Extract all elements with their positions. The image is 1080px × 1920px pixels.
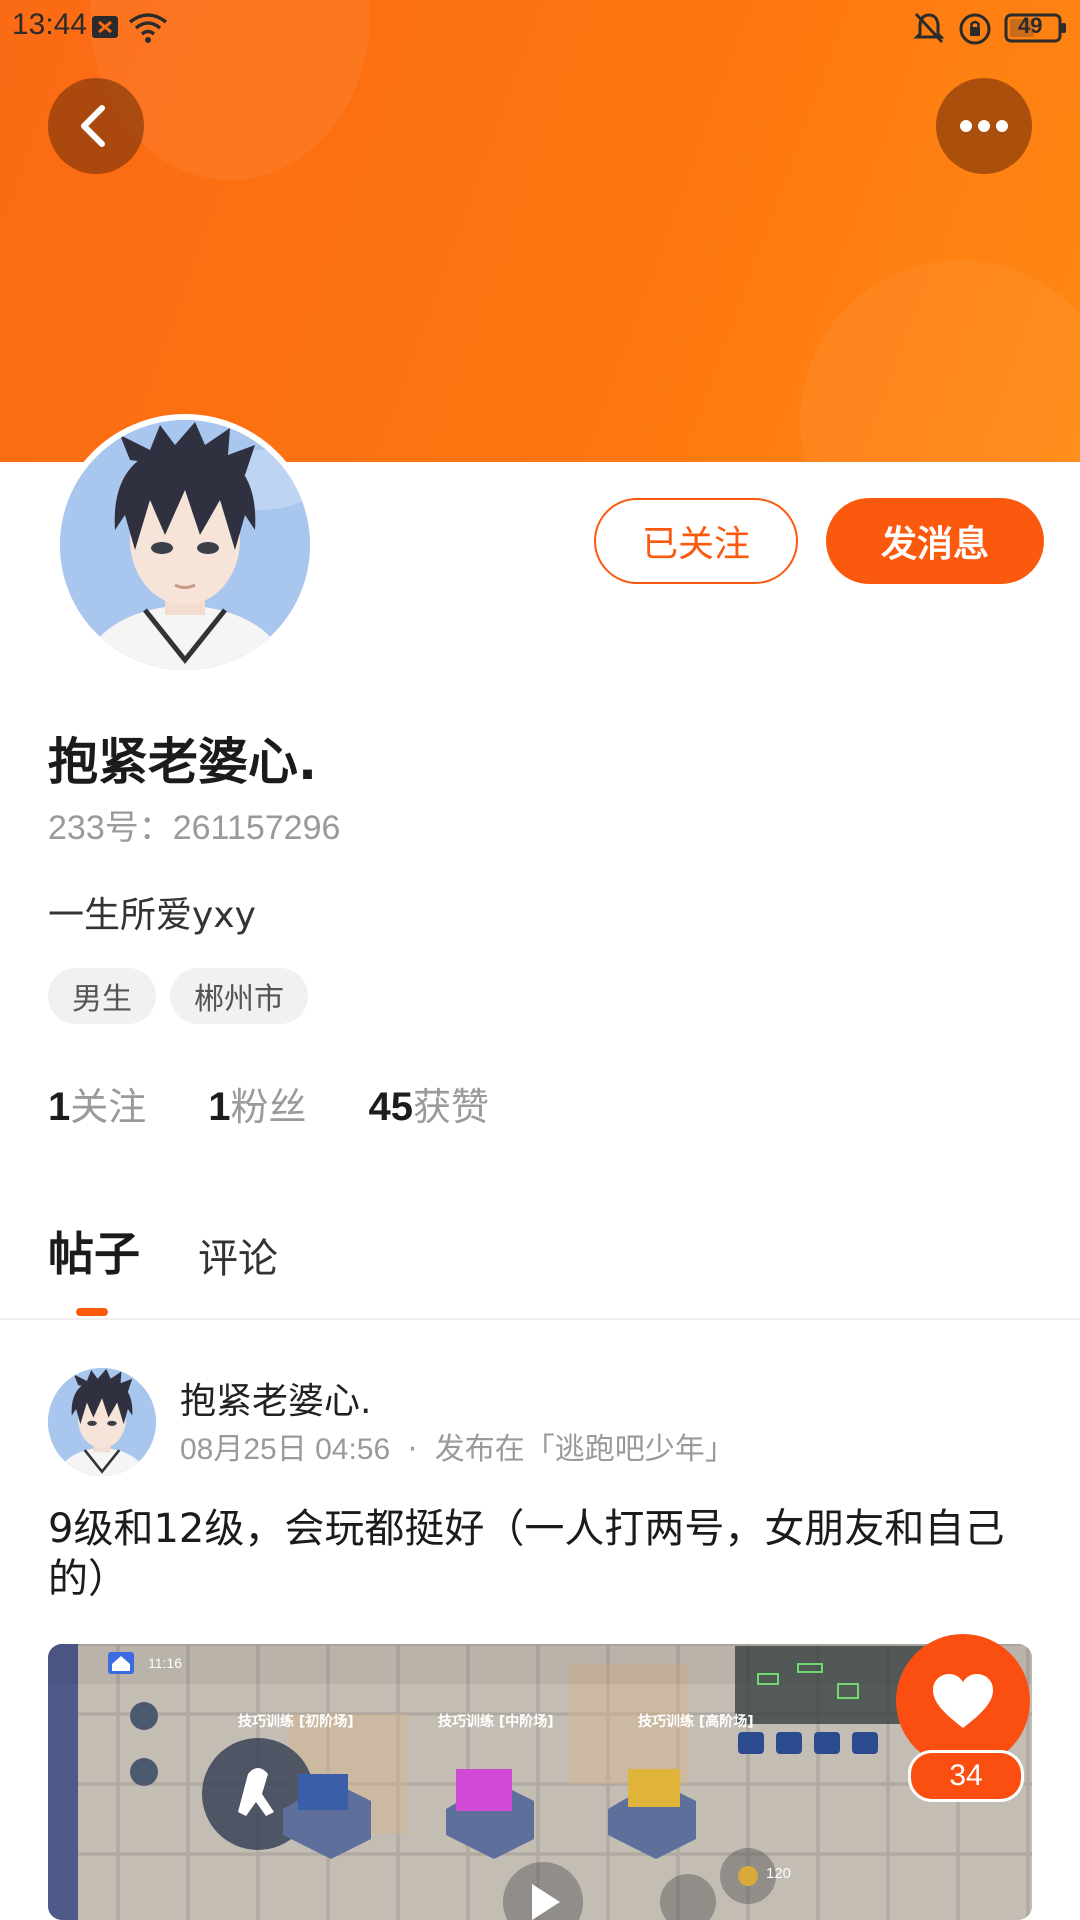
status-time: 13:44 — [12, 8, 88, 41]
rotation-lock-icon — [958, 12, 992, 50]
post-meta: 08月25日 04:56 · 发布在「逃跑吧少年」 — [180, 1424, 735, 1468]
followers-stat[interactable]: 1粉丝 — [208, 1076, 306, 1131]
post-author-name[interactable]: 抱紧老婆心. — [180, 1372, 371, 1424]
post-content[interactable]: 9级和12级，会玩都挺好（一人打两号，女朋友和自己的） — [48, 1504, 1028, 1604]
following-count: 1 — [48, 1085, 71, 1129]
followed-button[interactable]: 已关注 — [594, 498, 798, 584]
likes-received-label: 获赞 — [413, 1085, 490, 1129]
post-date: 08月25日 04:56 — [180, 1433, 391, 1466]
like-button[interactable] — [896, 1634, 1030, 1768]
send-message-button[interactable]: 发消息 — [826, 498, 1044, 584]
tab-indicator — [76, 1308, 108, 1316]
zone-label-advanced: 技巧训练 [高阶场] — [638, 1713, 754, 1730]
profile-stats: 1关注 1粉丝 45获赞 — [48, 1076, 489, 1131]
following-label: 关注 — [70, 1085, 147, 1129]
profile-user-id: 233号：261157296 — [48, 800, 340, 849]
heart-icon — [933, 1674, 993, 1728]
likes-received-count: 45 — [368, 1085, 414, 1129]
battery-level: 49 — [1018, 13, 1043, 38]
notification-icon — [90, 12, 120, 46]
user-id-label: 233号： — [48, 809, 173, 847]
cover-decoration — [800, 260, 1080, 462]
more-horizontal-icon — [960, 120, 1008, 132]
city-tag: 郴州市 — [170, 968, 308, 1024]
profile-tabs: 帖子 评论 — [48, 1218, 278, 1284]
more-options-button[interactable] — [936, 78, 1032, 174]
likes-stat: 45获赞 — [369, 1076, 490, 1131]
game-home-icon — [108, 1652, 134, 1674]
profile-avatar[interactable] — [54, 414, 316, 676]
back-button[interactable] — [48, 78, 144, 174]
tab-comments[interactable]: 评论 — [198, 1226, 278, 1284]
meta-separator: · — [407, 1432, 418, 1467]
zone-label-intermediate: 技巧训练 [中阶场] — [438, 1713, 554, 1730]
post-published-in[interactable]: 发布在「逃跑吧少年」 — [435, 1432, 735, 1467]
status-bar: 13:44 49 — [0, 0, 1080, 56]
tabs-divider — [0, 1318, 1080, 1320]
zone-label-beginner: 技巧训练 [初阶场] — [238, 1713, 354, 1730]
user-id-value: 261157296 — [172, 809, 341, 847]
following-stat[interactable]: 1关注 — [48, 1076, 146, 1131]
profile-bio: 一生所爱yxy — [48, 895, 256, 936]
post-video-thumbnail[interactable]: 11:16 技巧训练 [初阶场] 技巧训练 [中阶场] 技巧训练 [高阶场] 1… — [48, 1644, 1032, 1920]
gender-tag: 男生 — [48, 968, 156, 1024]
followers-label: 粉丝 — [230, 1085, 307, 1129]
profile-username: 抱紧老婆心. — [48, 733, 317, 791]
followers-count: 1 — [208, 1085, 231, 1129]
post-author-avatar[interactable] — [48, 1368, 156, 1476]
like-count: 34 — [908, 1750, 1024, 1802]
chevron-left-icon — [81, 105, 105, 147]
coin-count: 120 — [766, 1865, 791, 1882]
game-clock: 11:16 — [148, 1655, 182, 1671]
mute-bell-icon — [912, 12, 946, 48]
profile-cover — [0, 0, 1080, 462]
tab-posts[interactable]: 帖子 — [48, 1218, 140, 1284]
wifi-icon — [128, 12, 168, 48]
